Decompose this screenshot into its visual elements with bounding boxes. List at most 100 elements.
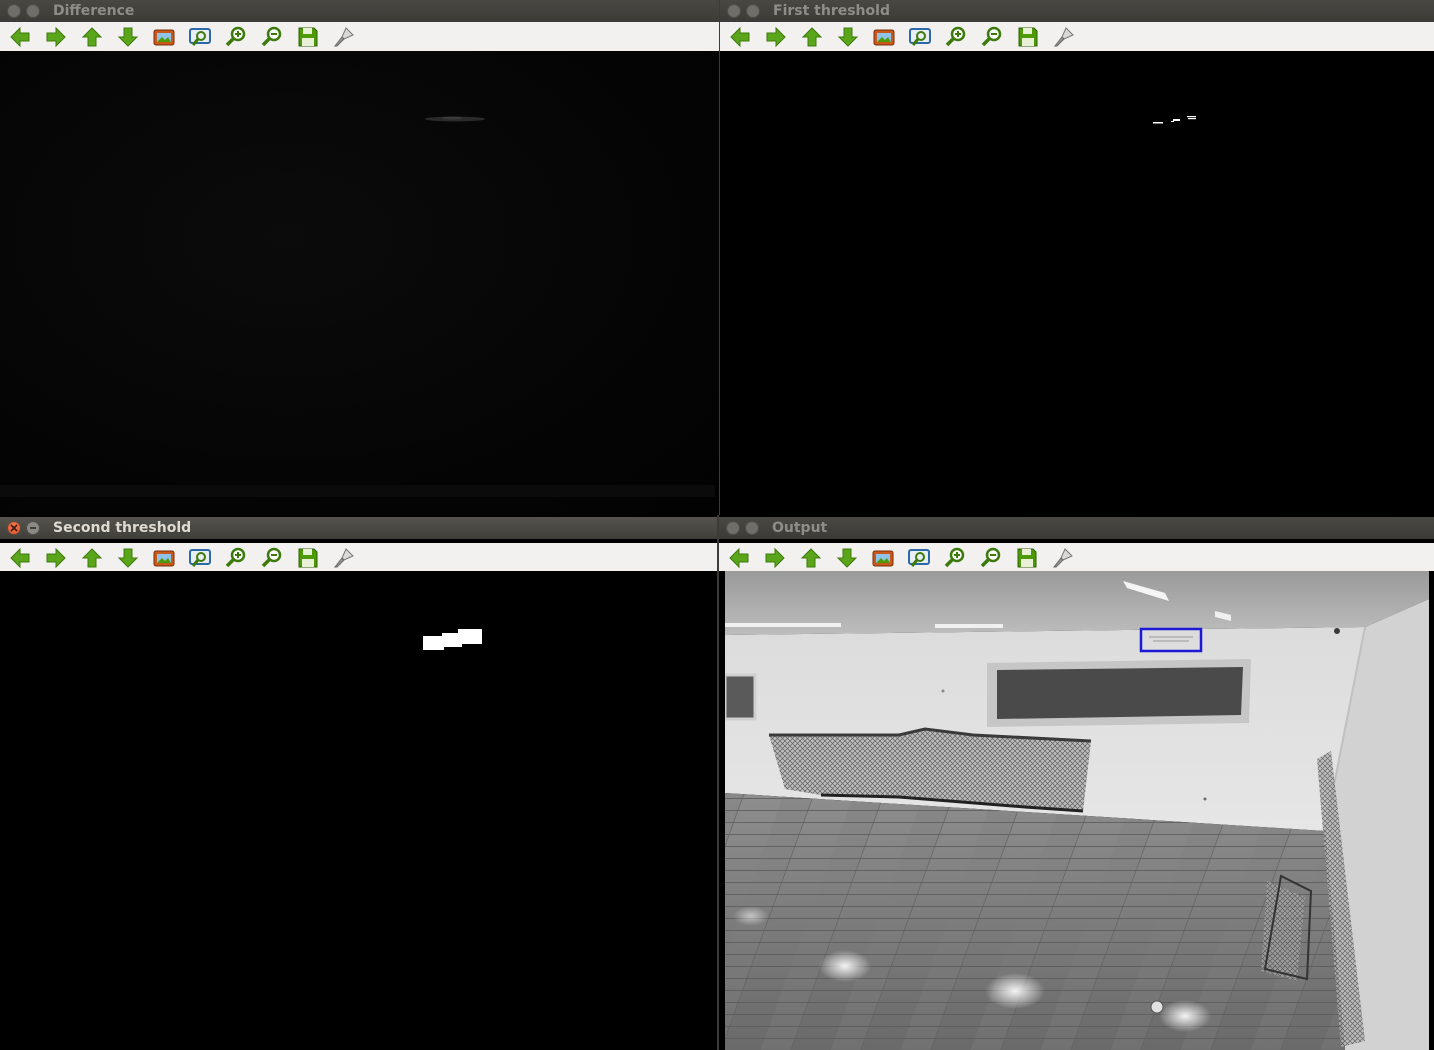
zoom-out-icon xyxy=(260,25,284,49)
minimize-button[interactable] xyxy=(745,521,759,535)
zoom-in-button[interactable] xyxy=(944,25,968,49)
save-icon xyxy=(296,25,320,49)
pan-right-button[interactable] xyxy=(44,25,68,49)
zoom-out-icon xyxy=(980,25,1004,49)
close-button[interactable] xyxy=(727,4,741,18)
close-icon xyxy=(10,524,18,532)
title-bar[interactable]: Difference xyxy=(0,0,719,22)
window-title: First threshold xyxy=(773,3,890,19)
pan-down-button[interactable] xyxy=(836,25,860,49)
reset-zoom-button[interactable] xyxy=(152,25,176,49)
reset-zoom-button[interactable] xyxy=(872,25,896,49)
zoom-out-button[interactable] xyxy=(980,25,1004,49)
title-bar[interactable]: Second threshold xyxy=(0,517,717,539)
toolbar xyxy=(720,22,1434,52)
close-button[interactable] xyxy=(7,521,21,535)
properties-button[interactable] xyxy=(332,546,356,570)
pan-left-button[interactable] xyxy=(728,25,752,49)
window-title: Output xyxy=(772,520,828,536)
title-bar[interactable]: Output xyxy=(719,517,1434,539)
window-title: Second threshold xyxy=(53,520,192,536)
reset-zoom-button[interactable] xyxy=(871,546,895,570)
pan-left-icon xyxy=(8,546,32,570)
save-button[interactable] xyxy=(1016,25,1040,49)
pan-up-icon xyxy=(80,546,104,570)
toolbar xyxy=(0,543,717,573)
zoom-region-button[interactable] xyxy=(188,546,212,570)
first-threshold-window: First threshold xyxy=(720,0,1434,515)
image-view[interactable] xyxy=(0,571,717,1050)
zoom-in-icon xyxy=(943,546,967,570)
pan-down-button[interactable] xyxy=(835,546,859,570)
zoom-region-button[interactable] xyxy=(188,25,212,49)
pan-down-button[interactable] xyxy=(116,25,140,49)
zoom-region-icon xyxy=(908,25,932,49)
save-icon xyxy=(1016,25,1040,49)
window-title: Difference xyxy=(53,3,135,19)
toolbar xyxy=(719,543,1434,573)
pan-up-icon xyxy=(799,546,823,570)
pan-left-button[interactable] xyxy=(8,546,32,570)
pan-left-icon xyxy=(728,25,752,49)
image-view[interactable] xyxy=(720,51,1434,515)
pan-right-icon xyxy=(764,25,788,49)
close-button[interactable] xyxy=(726,521,740,535)
pan-up-button[interactable] xyxy=(80,546,104,570)
image-view[interactable] xyxy=(0,51,719,515)
image-view[interactable] xyxy=(719,571,1434,1050)
zoom-out-icon xyxy=(979,546,1003,570)
pan-down-icon xyxy=(836,25,860,49)
pan-left-icon xyxy=(8,25,32,49)
minimize-button[interactable] xyxy=(26,4,40,18)
zoom-region-icon xyxy=(907,546,931,570)
difference-image xyxy=(0,116,715,497)
reset-zoom-icon xyxy=(871,546,895,570)
zoom-in-icon xyxy=(944,25,968,49)
pan-right-button[interactable] xyxy=(763,546,787,570)
zoom-out-button[interactable] xyxy=(979,546,1003,570)
pan-right-button[interactable] xyxy=(44,546,68,570)
pan-down-button[interactable] xyxy=(116,546,140,570)
zoom-in-button[interactable] xyxy=(224,25,248,49)
pan-up-icon xyxy=(800,25,824,49)
pan-left-button[interactable] xyxy=(727,546,751,570)
difference-window: Difference xyxy=(0,0,719,515)
zoom-out-button[interactable] xyxy=(260,25,284,49)
save-icon xyxy=(1015,546,1039,570)
reset-zoom-icon xyxy=(152,546,176,570)
pan-left-button[interactable] xyxy=(8,25,32,49)
zoom-region-icon xyxy=(188,25,212,49)
minimize-button[interactable] xyxy=(746,4,760,18)
properties-icon xyxy=(1052,25,1076,49)
pan-up-button[interactable] xyxy=(799,546,823,570)
properties-button[interactable] xyxy=(332,25,356,49)
properties-icon xyxy=(1051,546,1075,570)
properties-button[interactable] xyxy=(1052,25,1076,49)
save-button[interactable] xyxy=(296,546,320,570)
reset-zoom-icon xyxy=(872,25,896,49)
zoom-region-button[interactable] xyxy=(907,546,931,570)
output-window: Output xyxy=(719,515,1434,1050)
save-icon xyxy=(296,546,320,570)
save-button[interactable] xyxy=(296,25,320,49)
properties-button[interactable] xyxy=(1051,546,1075,570)
properties-icon xyxy=(332,546,356,570)
properties-icon xyxy=(332,25,356,49)
reset-zoom-button[interactable] xyxy=(152,546,176,570)
zoom-in-button[interactable] xyxy=(224,546,248,570)
zoom-region-button[interactable] xyxy=(908,25,932,49)
pan-up-button[interactable] xyxy=(80,25,104,49)
zoom-in-button[interactable] xyxy=(943,546,967,570)
close-button[interactable] xyxy=(7,4,21,18)
pan-right-button[interactable] xyxy=(764,25,788,49)
first-threshold-image xyxy=(1153,116,1196,124)
pan-right-icon xyxy=(44,25,68,49)
save-button[interactable] xyxy=(1015,546,1039,570)
pan-up-icon xyxy=(80,25,104,49)
minimize-button[interactable] xyxy=(26,521,40,535)
pan-left-icon xyxy=(727,546,751,570)
toolbar xyxy=(0,22,719,52)
title-bar[interactable]: First threshold xyxy=(720,0,1434,22)
pan-up-button[interactable] xyxy=(800,25,824,49)
zoom-out-button[interactable] xyxy=(260,546,284,570)
